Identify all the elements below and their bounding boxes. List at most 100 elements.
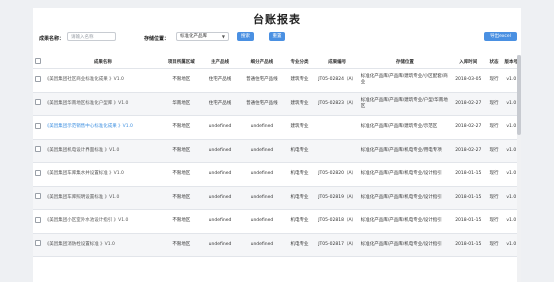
col-name: 成果名称 [43,55,162,69]
location-filter-label: 存储位置： [144,36,170,42]
table-row[interactable]: 《美因集团华南地区标准化户型库 》V1.0 华南地区 住宅产品线 普通住宅产品线 建筑专… [33,92,521,116]
row-status: 现行 [486,233,502,257]
row-sub-line: undefined [239,139,285,163]
row-name[interactable]: 《美因集团车库照明设置标准 》V1.0 [43,186,162,210]
row-major: 机电专业 [284,186,315,210]
table-row[interactable]: 《美因集团车库照明设置标准 》V1.0 不限地区 undefined undefine… [33,186,521,210]
row-region: 不限地区 [161,68,201,93]
row-checkbox[interactable] [33,209,44,234]
table-header-row: 成果名称 项目所属区域 主产品线 细分产品线 专业分类 成果编号 存储位置 入库… [33,55,521,69]
row-checkbox[interactable] [33,233,44,257]
row-date: 2018-02-27 [450,92,487,116]
row-checkbox[interactable] [33,186,44,210]
row-main-line: undefined [200,209,240,234]
row-date: 2018-01-15 [450,186,487,210]
row-major: 建筑专业 [284,68,315,93]
row-major: 机电专业 [284,209,315,234]
row-location: 标准化产品库/产品库/机电专业/设计指引 [359,209,450,234]
row-status: 现行 [486,92,502,116]
table-row[interactable]: 《美因集团机电设计界面标准 》V1.0 不限地区 undefined undefine… [33,139,521,163]
row-name[interactable]: 《美因集团车库集水井设置标准 》V1.0 [43,162,162,187]
select-all-checkbox[interactable] [33,55,44,69]
row-region: 不限地区 [161,209,201,234]
row-code: JT05-02817（A） [314,233,360,257]
row-location: 标准化产品库/产品库/机电专业/设计指引 [359,233,450,257]
row-date: 2018-01-15 [450,233,487,257]
col-status: 状态 [486,55,502,69]
row-name[interactable]: 《美因集团华南地区标准化户型库 》V1.0 [43,92,162,116]
row-sub-line: undefined [239,233,285,257]
row-major: 机电专业 [284,139,315,163]
report-panel: 台账报表 成果名称： 请输入名称 存储位置： 标准化产品库 ▼ 搜索 重置 导出… [33,8,521,282]
row-code [314,115,360,140]
row-date: 2018-01-15 [450,162,487,187]
row-name[interactable]: 《美因集团机电设计界面标准 》V1.0 [43,139,162,163]
col-sub-line: 细分产品线 [239,55,285,69]
row-code: JT05-02824（A） [314,68,360,93]
col-major: 专业分类 [284,55,315,69]
row-checkbox[interactable] [33,115,44,140]
row-sub-line: 普通住宅产品线 [239,68,285,93]
chevron-down-icon: ▼ [221,34,225,39]
row-name[interactable]: 《美因集团消防栓设置标准 》V1.0 [43,233,162,257]
search-button[interactable]: 搜索 [237,32,254,41]
row-major: 机电专业 [284,162,315,187]
row-name[interactable]: 《美因集团社区商业标准化成果 》V1.0 [43,68,162,93]
row-date: 2018-03-05 [450,68,487,93]
row-sub-line: undefined [239,162,285,187]
row-checkbox[interactable] [33,162,44,187]
col-code: 成果编号 [314,55,360,69]
row-sub-line: 普通住宅产品线 [239,92,285,116]
col-date: 入库时间 [450,55,487,69]
row-date: 2018-01-15 [450,209,487,234]
location-select-value: 标准化产品库 [180,34,207,39]
row-code [314,139,360,163]
row-sub-line: undefined [239,186,285,210]
scrollbar-thumb[interactable] [517,55,521,135]
location-select[interactable]: 标准化产品库 ▼ [176,32,229,41]
row-main-line: 住宅产品线 [200,92,240,116]
row-location: 标准化产品库/产品库/机电专业/用电专项 [359,139,450,163]
row-date: 2018-02-27 [450,115,487,140]
col-location: 存储位置 [359,55,450,69]
table-row[interactable]: 《美因集团小区室外水池设计指引 》V1.0 不限地区 undefined undefi… [33,209,521,234]
table-row[interactable]: 《美因集团车库集水井设置标准 》V1.0 不限地区 undefined undefin… [33,162,521,187]
row-location: 标准化产品库/产品库/建筑专业/示范区 [359,115,450,140]
row-status: 现行 [486,68,502,93]
row-sub-line: undefined [239,115,285,140]
col-main-line: 主产品线 [200,55,240,69]
row-region: 不限地区 [161,139,201,163]
row-major: 建筑专业 [284,115,315,140]
row-status: 现行 [486,162,502,187]
row-major: 机电专业 [284,233,315,257]
row-code: JT05-02820（A） [314,162,360,187]
table-row[interactable]: 《美因集团示范销售中心标准化成果 》V1.0 不限地区 undefined undef… [33,115,521,140]
row-region: 华南地区 [161,92,201,116]
row-checkbox[interactable] [33,139,44,163]
row-name[interactable]: 《美因集团示范销售中心标准化成果 》V1.0 [43,115,162,140]
row-region: 不限地区 [161,233,201,257]
row-status: 现行 [486,209,502,234]
page-title: 台账报表 [253,13,301,26]
row-location: 标准化产品库/产品库/建筑专业/小区配套/商业 [359,68,450,93]
row-checkbox[interactable] [33,92,44,116]
table-row[interactable]: 《美因集团社区商业标准化成果 》V1.0 不限地区 住宅产品线 普通住宅产品线 建筑专业… [33,68,521,93]
row-status: 现行 [486,115,502,140]
col-region: 项目所属区域 [161,55,201,69]
row-date: 2018-02-27 [450,139,487,163]
row-main-line: 住宅产品线 [200,68,240,93]
name-filter-label: 成果名称： [39,36,65,42]
row-checkbox[interactable] [33,68,44,93]
ledger-table: 成果名称 项目所属区域 主产品线 细分产品线 专业分类 成果编号 存储位置 入库… [33,55,521,257]
table-row[interactable]: 《美因集团消防栓设置标准 》V1.0 不限地区 undefined undefined… [33,233,521,257]
name-search-input[interactable]: 请输入名称 [67,32,116,41]
reset-button[interactable]: 重置 [269,32,285,41]
row-sub-line: undefined [239,209,285,234]
row-major: 建筑专业 [284,92,315,116]
row-region: 不限地区 [161,162,201,187]
export-excel-button[interactable]: 导出excel [484,32,517,41]
row-region: 不限地区 [161,186,201,210]
row-main-line: undefined [200,186,240,210]
row-name[interactable]: 《美因集团小区室外水池设计指引 》V1.0 [43,209,162,234]
row-code: JT05-02823（A） [314,92,360,116]
